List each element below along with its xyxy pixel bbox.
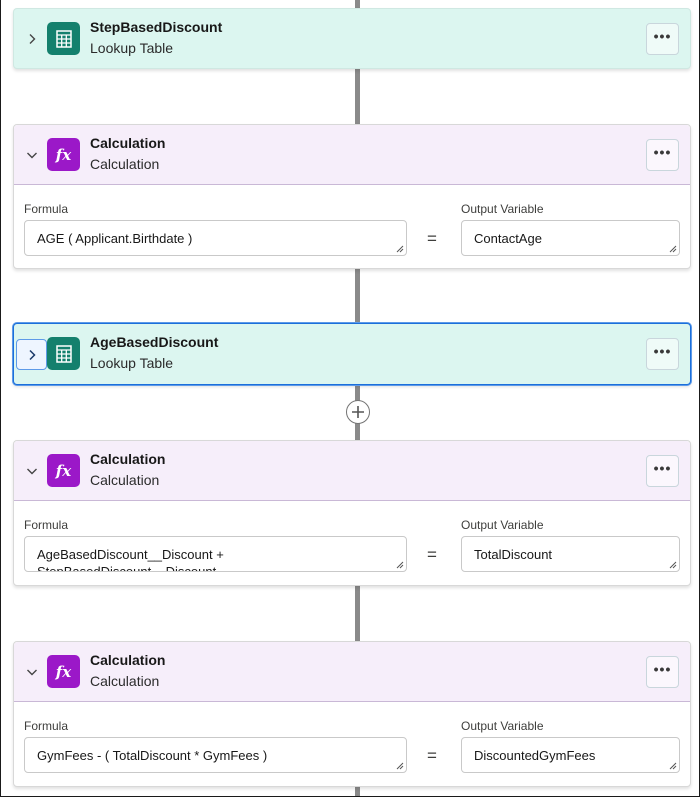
lookup-table-age-card[interactable]: AgeBasedDiscount Lookup Table ••• xyxy=(13,323,691,385)
chevron-down-icon[interactable] xyxy=(22,145,42,165)
equals-sign: = xyxy=(427,229,437,248)
equals-sign: = xyxy=(427,746,437,765)
card-title: Calculation xyxy=(90,652,166,668)
output-variable-value: ContactAge xyxy=(474,231,542,246)
more-icon: ••• xyxy=(653,661,672,677)
resize-grip-icon[interactable] xyxy=(396,245,404,253)
more-icon: ••• xyxy=(653,144,672,160)
card-header: fx Calculation Calculation ••• xyxy=(14,441,690,501)
more-actions-button[interactable]: ••• xyxy=(646,656,679,688)
card-subtitle: Lookup Table xyxy=(90,40,174,56)
flow-connector xyxy=(355,787,360,797)
formula-field[interactable]: AGE ( Applicant.Birthdate ) xyxy=(24,220,407,256)
equals-sign: = xyxy=(427,545,437,564)
calculation-card-age[interactable]: fx Calculation Calculation ••• Formula A… xyxy=(13,124,691,269)
more-actions-button[interactable]: ••• xyxy=(646,338,679,370)
formula-value: GymFees - ( TotalDiscount * GymFees ) xyxy=(37,748,268,763)
output-variable-label: Output Variable xyxy=(461,518,544,532)
resize-grip-icon[interactable] xyxy=(669,762,677,770)
card-title: StepBasedDiscount xyxy=(90,19,223,35)
resize-grip-icon[interactable] xyxy=(669,245,677,253)
fx-icon: fx xyxy=(47,454,80,487)
flow-connector xyxy=(355,69,360,124)
card-title: Calculation xyxy=(90,451,166,467)
more-actions-button[interactable]: ••• xyxy=(646,455,679,487)
plus-icon xyxy=(352,406,364,418)
more-icon: ••• xyxy=(653,28,672,44)
flow-connector xyxy=(355,0,360,8)
fx-icon: fx xyxy=(47,138,80,171)
formula-label: Formula xyxy=(24,202,69,216)
resize-grip-icon[interactable] xyxy=(396,762,404,770)
more-actions-button[interactable]: ••• xyxy=(646,139,679,171)
more-actions-button[interactable]: ••• xyxy=(646,23,679,55)
output-variable-label: Output Variable xyxy=(461,202,544,216)
formula-label: Formula xyxy=(24,719,69,733)
card-title: Calculation xyxy=(90,135,166,151)
card-body: Formula GymFees - ( TotalDiscount * GymF… xyxy=(14,702,690,786)
add-step-button[interactable] xyxy=(346,400,370,424)
flow-connector xyxy=(355,586,360,641)
chevron-down-icon[interactable] xyxy=(22,662,42,682)
card-subtitle: Calculation xyxy=(90,156,160,172)
fx-icon: fx xyxy=(47,655,80,688)
formula-value: AGE ( Applicant.Birthdate ) xyxy=(37,231,193,246)
card-body: Formula AgeBasedDiscount__Discount + Ste… xyxy=(14,501,690,585)
formula-label: Formula xyxy=(24,518,69,532)
card-header: AgeBasedDiscount Lookup Table ••• xyxy=(14,324,690,384)
chevron-right-icon[interactable] xyxy=(22,29,42,49)
formula-value: AgeBasedDiscount__Discount + StepBasedDi… xyxy=(37,547,224,572)
card-header: StepBasedDiscount Lookup Table ••• xyxy=(14,9,690,69)
card-header: fx Calculation Calculation ••• xyxy=(14,125,690,185)
card-subtitle: Lookup Table xyxy=(90,355,174,371)
card-subtitle: Calculation xyxy=(90,673,160,689)
more-icon: ••• xyxy=(653,460,672,476)
resize-grip-icon[interactable] xyxy=(396,561,404,569)
resize-grip-icon[interactable] xyxy=(669,561,677,569)
card-title: AgeBasedDiscount xyxy=(90,334,219,350)
output-variable-field[interactable]: ContactAge xyxy=(461,220,680,256)
output-variable-field[interactable]: DiscountedGymFees xyxy=(461,737,680,773)
table-icon xyxy=(47,22,80,55)
card-body: Formula AGE ( Applicant.Birthdate ) = Ou… xyxy=(14,185,690,269)
lookup-table-step-card[interactable]: StepBasedDiscount Lookup Table ••• xyxy=(13,8,691,69)
chevron-down-icon[interactable] xyxy=(22,461,42,481)
card-subtitle: Calculation xyxy=(90,472,160,488)
calculation-card-total-discount[interactable]: fx Calculation Calculation ••• Formula A… xyxy=(13,440,691,586)
chevron-right-icon[interactable] xyxy=(16,339,47,370)
table-icon xyxy=(47,337,80,370)
formula-field[interactable]: GymFees - ( TotalDiscount * GymFees ) xyxy=(24,737,407,773)
formula-field[interactable]: AgeBasedDiscount__Discount + StepBasedDi… xyxy=(24,536,407,572)
output-variable-value: TotalDiscount xyxy=(474,547,553,562)
output-variable-label: Output Variable xyxy=(461,719,544,733)
more-icon: ••• xyxy=(653,343,672,359)
output-variable-field[interactable]: TotalDiscount xyxy=(461,536,680,572)
calculation-card-gym-fees[interactable]: fx Calculation Calculation ••• Formula G… xyxy=(13,641,691,787)
flow-connector xyxy=(355,269,360,324)
output-variable-value: DiscountedGymFees xyxy=(474,748,596,763)
card-header: fx Calculation Calculation ••• xyxy=(14,642,690,702)
